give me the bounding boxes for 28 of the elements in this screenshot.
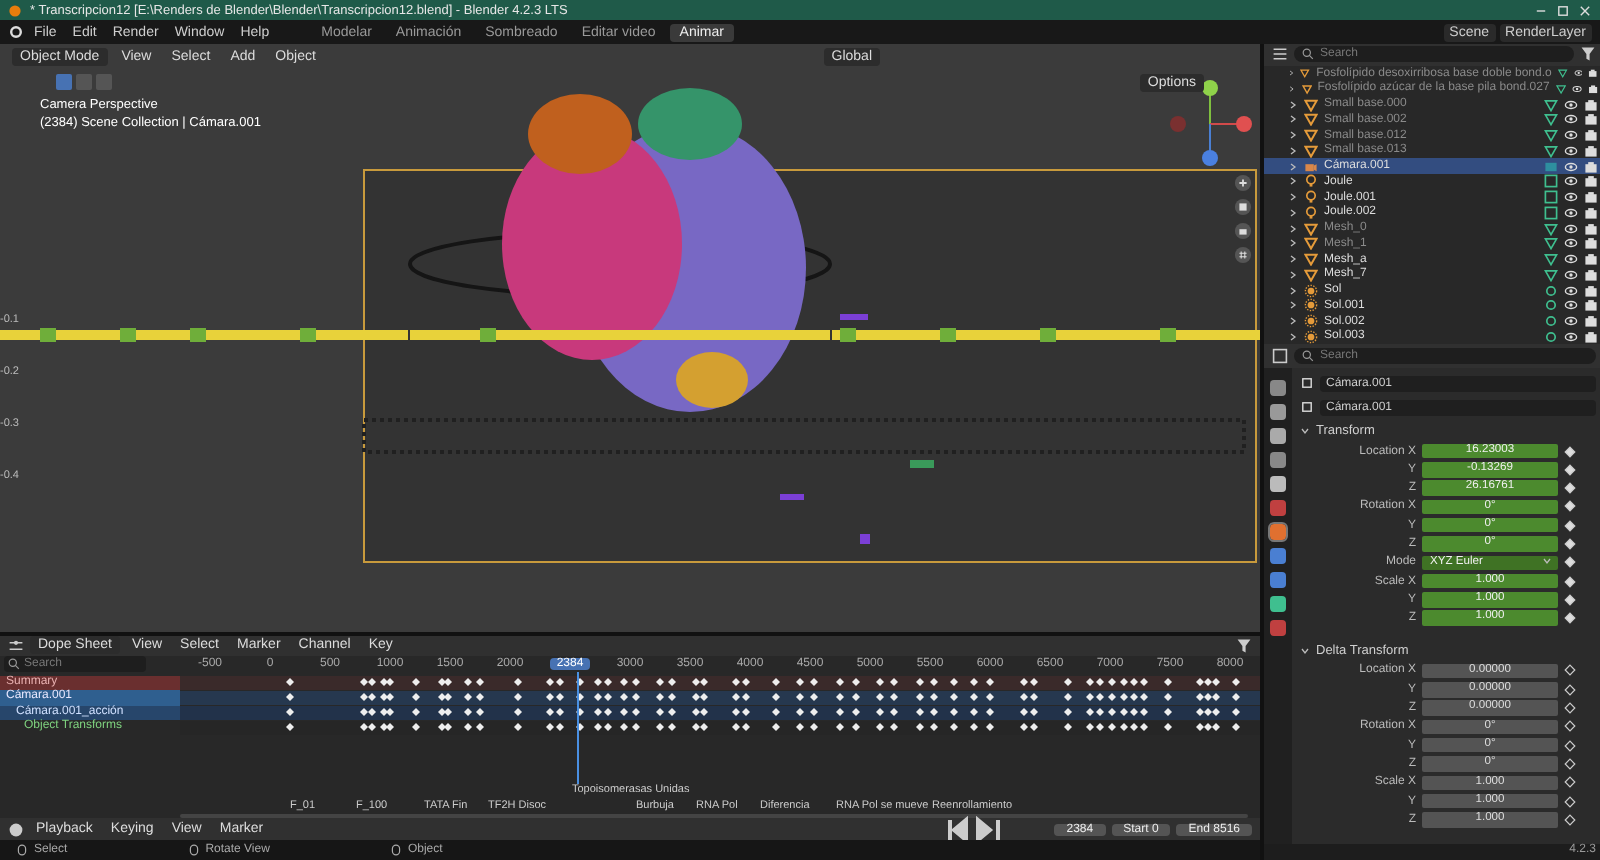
filter-icon	[1236, 637, 1252, 654]
blender-logo-icon	[8, 24, 24, 40]
camera-icon	[1304, 159, 1318, 174]
editor-type-icon	[1272, 348, 1288, 365]
caret-icon	[1542, 555, 1552, 566]
expand-icon	[1300, 645, 1310, 656]
search-icon	[1302, 350, 1314, 363]
mouse-icon	[389, 844, 402, 857]
dope-sheet-icon	[8, 637, 24, 654]
particle	[840, 314, 868, 320]
search-icon	[8, 657, 20, 670]
clock-icon	[8, 821, 24, 838]
search-icon	[1302, 48, 1314, 61]
particle	[780, 494, 804, 500]
close-icon	[1578, 3, 1592, 17]
camera-data-icon	[1544, 159, 1558, 174]
mouse-icon	[187, 844, 200, 857]
zoom-icon	[1234, 174, 1252, 192]
particle	[910, 460, 934, 468]
app-logo-icon	[8, 3, 22, 17]
grid-icon	[1234, 246, 1252, 264]
expand-icon	[1300, 425, 1310, 436]
particle	[860, 534, 870, 544]
filter-icon	[1580, 46, 1596, 63]
mouse-icon	[16, 844, 28, 857]
maximize-icon	[1556, 3, 1570, 17]
playback-controls-icon	[946, 815, 1003, 844]
display-mode-icon	[1272, 46, 1288, 63]
